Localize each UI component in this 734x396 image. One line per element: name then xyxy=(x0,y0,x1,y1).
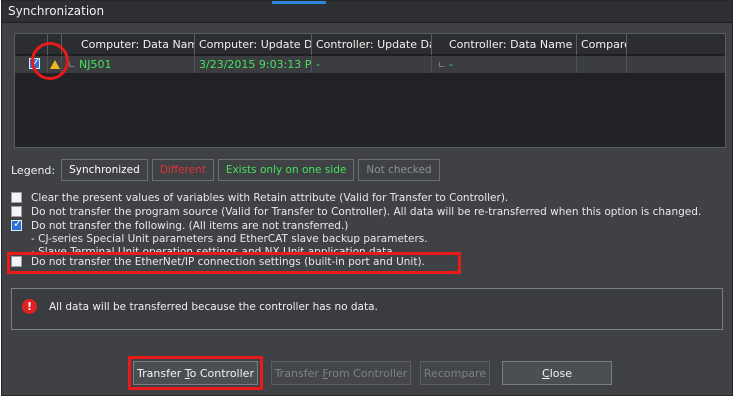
tree-branch-icon: ∟ xyxy=(438,61,446,71)
sync-grid: Computer: Data Name Computer: Update Da … xyxy=(14,33,726,148)
table-row[interactable]: ∟ NJ501 3/23/2015 9:03:13 PM - ∟ - xyxy=(15,56,725,73)
row-computer-name-cell: ∟ NJ501 xyxy=(62,56,195,73)
tree-branch-icon: ∟ xyxy=(68,61,76,71)
message-panel: ! All data will be transferred because t… xyxy=(11,288,723,330)
controller-data-name: - xyxy=(449,58,454,71)
highlight-transfer-to-button xyxy=(128,356,263,390)
clear-retain-checkbox[interactable] xyxy=(11,192,22,203)
error-icon: ! xyxy=(22,299,37,314)
close-button[interactable]: Close xyxy=(502,361,612,385)
clear-retain-label: Clear the present values of variables wi… xyxy=(31,192,509,204)
legend-not-checked: Not checked xyxy=(358,159,440,181)
header-computer-update-date[interactable]: Computer: Update Da xyxy=(195,34,312,55)
legend-different: Different xyxy=(151,159,214,181)
window-title: Synchronization xyxy=(8,4,105,18)
transfer-from-controller-button[interactable]: Transfer From Controller xyxy=(271,361,411,385)
close-label-post: lose xyxy=(549,367,572,380)
transfer-from-label-post: rom Controller xyxy=(327,367,408,380)
row-filler xyxy=(627,56,725,73)
computer-data-name: NJ501 xyxy=(79,58,112,71)
legend-label: Legend: xyxy=(11,163,56,177)
header-computer-data-name[interactable]: Computer: Data Name xyxy=(62,34,195,55)
no-transfer-following-label: Do not transfer the following. (All item… xyxy=(31,220,349,232)
header-controller-data-name[interactable]: Controller: Data Name xyxy=(432,34,577,55)
legend-exists-one-side: Exists only on one side xyxy=(217,159,355,181)
highlight-circle xyxy=(31,42,69,80)
header-compare[interactable]: Compare xyxy=(577,34,627,55)
header-controller-update-date[interactable]: Controller: Update Da xyxy=(312,34,432,55)
transfer-from-label-pre: Transfer xyxy=(274,367,323,380)
option-sub-cj-series: - CJ-series Special Unit parameters and … xyxy=(31,233,428,245)
recompare-button[interactable]: Recompare xyxy=(420,361,490,385)
no-transfer-following-checkbox[interactable] xyxy=(11,218,22,231)
legend: Legend: Synchronized Different Exists on… xyxy=(11,158,440,182)
title-bar: Synchronization xyxy=(2,1,732,23)
controller-update-date: - xyxy=(312,56,432,73)
header-filler xyxy=(627,34,725,55)
title-accent-line xyxy=(272,1,326,4)
compare-cell xyxy=(577,56,627,73)
legend-synchronized: Synchronized xyxy=(61,159,148,181)
highlight-ethernetip-option xyxy=(7,252,461,274)
synchronization-window: Synchronization Computer: Data Name Comp… xyxy=(1,0,733,396)
computer-update-date: 3/23/2015 9:03:13 PM xyxy=(195,56,312,73)
message-text: All data will be transferred because the… xyxy=(49,301,378,313)
close-accelerator: C xyxy=(542,367,550,380)
option-no-program-source[interactable]: Do not transfer the program source (Vali… xyxy=(11,206,701,218)
grid-header: Computer: Data Name Computer: Update Da … xyxy=(15,34,725,55)
no-program-source-label: Do not transfer the program source (Vali… xyxy=(31,206,702,218)
option-clear-retain[interactable]: Clear the present values of variables wi… xyxy=(11,192,508,204)
no-program-source-checkbox[interactable] xyxy=(11,206,22,217)
option-no-transfer-following[interactable]: Do not transfer the following. (All item… xyxy=(11,218,349,232)
row-controller-name-cell: ∟ - xyxy=(432,56,577,73)
